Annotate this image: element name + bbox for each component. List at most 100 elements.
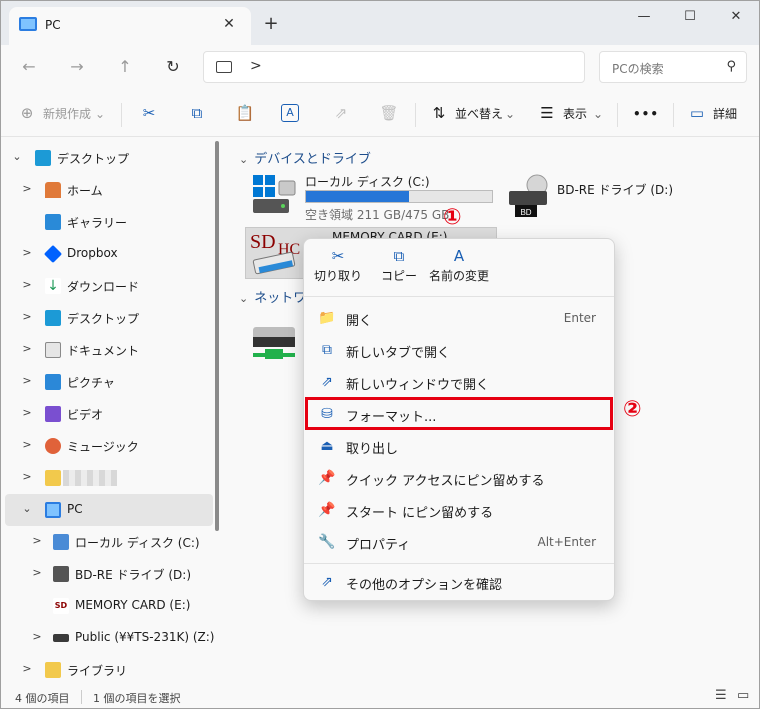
new-tab-button[interactable]: + [259, 13, 283, 37]
sort-button[interactable]: 並べ替え [455, 103, 503, 125]
pin-icon: 📌 [318, 502, 336, 518]
chevron-right-icon[interactable]: > [21, 470, 33, 483]
sidebar-item-label: Dropbox [67, 246, 118, 260]
share-icon[interactable]: ⇗ [329, 101, 353, 125]
desktop-icon [45, 310, 61, 326]
search-input[interactable]: PCの検索 ⚲ [599, 51, 747, 83]
sidebar-item-downloads[interactable]: > ↓ ダウンロード [1, 270, 213, 302]
pc-icon [45, 502, 61, 518]
chevron-down-icon[interactable]: ⌄ [11, 150, 23, 163]
delete-icon[interactable]: 🗑 [377, 101, 401, 125]
chevron-right-icon[interactable]: > [21, 278, 33, 291]
menu-item-eject[interactable]: ⏏ 取り出し [310, 431, 608, 461]
sidebar-item-public-share[interactable]: > Public (¥¥TS-231K) (Z:) [1, 622, 214, 654]
gallery-icon [45, 214, 61, 230]
chevron-right-icon[interactable]: > [21, 662, 33, 675]
chevron-right-icon[interactable]: > [21, 406, 33, 419]
menu-item-label: プロパティ [346, 538, 411, 553]
paste-icon[interactable]: 📋 [233, 101, 257, 125]
sidebar-item-desktop[interactable]: > デスクトップ [1, 302, 213, 334]
drive-d[interactable]: BD BD-RE ドライブ (D:) [507, 171, 707, 221]
sidebar-item-music[interactable]: > ミュージック [1, 430, 213, 462]
sidebar-item-pictures[interactable]: > ピクチャ [1, 366, 213, 398]
menu-item-open[interactable]: 📁 開く Enter [310, 303, 608, 333]
rename-button[interactable]: A 名前の変更 [424, 245, 494, 284]
menu-item-pin-quick-access[interactable]: 📌 クイック アクセスにピン留めする [310, 463, 608, 493]
toolbar-divider [617, 103, 618, 127]
sidebar-item-libraries[interactable]: > ライブラリ [1, 654, 213, 686]
back-button[interactable]: ← [15, 54, 43, 80]
sidebar-item-local-disk[interactable]: > ローカル ディスク (C:) [1, 526, 213, 558]
sidebar-item-pc[interactable]: ⌄ PC [5, 494, 213, 526]
menu-item-properties[interactable]: 🔧 プロパティ Alt+Enter [310, 527, 608, 557]
minimize-button[interactable]: — [621, 5, 667, 29]
copy-icon[interactable]: ⧉ [185, 101, 209, 125]
more-options-icon[interactable]: ••• [633, 103, 659, 125]
pc-icon [19, 17, 37, 31]
chevron-right-icon[interactable]: > [31, 630, 43, 643]
sidebar-item-label: デスクトップ [57, 152, 130, 166]
address-bar[interactable]: > [203, 51, 585, 83]
up-button[interactable]: ↑ [111, 54, 139, 80]
chevron-right-icon[interactable]: > [21, 182, 33, 195]
redacted-label [63, 470, 117, 486]
rename-icon[interactable]: A [281, 104, 299, 122]
sidebar-item-videos[interactable]: > ビデオ [1, 398, 213, 430]
format-highlight-box [305, 397, 613, 430]
copy-icon: ⧉ [393, 247, 405, 265]
new-icon: ⊕ [20, 104, 34, 122]
menu-divider [304, 563, 614, 564]
menu-item-label: 取り出し [346, 442, 399, 457]
sidebar-item-folder[interactable]: > [1, 462, 213, 494]
sidebar-item-label: ピクチャ [67, 376, 115, 390]
chevron-right-icon[interactable]: > [31, 534, 43, 547]
sidebar-item-memory-card[interactable]: SD MEMORY CARD (E:) [1, 590, 213, 622]
toolbar-divider [415, 103, 416, 127]
cut-label: 切り取り [313, 269, 362, 283]
refresh-button[interactable]: ↻ [159, 54, 187, 80]
details-button[interactable]: 詳細 [713, 103, 737, 125]
step-marker-2: ② [623, 397, 642, 422]
chevron-right-icon[interactable]: > [21, 246, 33, 259]
devices-group-header[interactable]: ⌄ デバイスとドライブ [239, 148, 371, 167]
sidebar-item-home[interactable]: > ホーム [1, 174, 213, 206]
menu-item-shortcut: Enter [563, 311, 596, 325]
breadcrumb-chevron[interactable]: > [250, 58, 262, 74]
selection-count: 1 個の項目を選択 [93, 692, 181, 705]
sidebar-scrollbar[interactable] [215, 141, 219, 531]
tiles-view-icon[interactable]: ▭ [737, 688, 749, 703]
chevron-right-icon[interactable]: > [21, 310, 33, 323]
sidebar-item-gallery[interactable]: ギャラリー [1, 206, 213, 238]
sidebar-item-label: ドキュメント [67, 344, 140, 358]
chevron-down-icon: ⌄ [593, 107, 604, 121]
tab-close-button[interactable]: ✕ [219, 14, 239, 34]
chevron-right-icon[interactable]: > [21, 438, 33, 451]
new-button[interactable]: 新規作成 [43, 103, 91, 125]
chevron-down-icon[interactable]: ⌄ [21, 502, 33, 515]
forward-button[interactable]: → [63, 54, 91, 80]
copy-button[interactable]: ⧉ コピー [378, 245, 420, 284]
sidebar-item-documents[interactable]: > ドキュメント [1, 334, 213, 366]
details-pane-icon: ▭ [689, 104, 705, 122]
maximize-button[interactable]: ☐ [667, 5, 713, 29]
tab-label: PC [45, 18, 61, 32]
sidebar-item-desktop-root[interactable]: ⌄ デスクトップ [1, 142, 213, 174]
menu-item-open-new-window[interactable]: ⇗ 新しいウィンドウで開く [310, 367, 608, 397]
status-divider [81, 690, 82, 704]
cut-button[interactable]: ✂ 切り取り [312, 245, 364, 284]
close-button[interactable]: ✕ [713, 5, 759, 29]
sidebar-item-dropbox[interactable]: > Dropbox [1, 238, 213, 270]
menu-item-more-options[interactable]: ⇗ その他のオプションを確認 [310, 567, 608, 597]
menu-item-pin-start[interactable]: 📌 スタート にピン留めする [310, 495, 608, 525]
details-view-icon[interactable]: ☰ [715, 688, 727, 703]
menu-item-open-new-tab[interactable]: ⧉ 新しいタブで開く [310, 335, 608, 365]
drive-usage-bar [305, 190, 493, 203]
view-button[interactable]: 表示 [563, 103, 587, 125]
sidebar-item-label: ビデオ [67, 408, 104, 422]
chevron-right-icon[interactable]: > [31, 566, 43, 579]
tab-pc[interactable]: PC ✕ [9, 7, 251, 45]
chevron-right-icon[interactable]: > [21, 342, 33, 355]
sidebar-item-bd-drive[interactable]: > BD-RE ドライブ (D:) [1, 558, 213, 590]
chevron-right-icon[interactable]: > [21, 374, 33, 387]
cut-icon[interactable]: ✂ [137, 101, 161, 125]
